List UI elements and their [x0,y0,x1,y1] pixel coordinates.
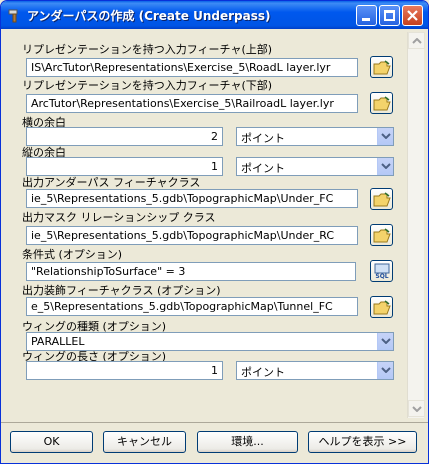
environments-button[interactable]: 環境... [197,431,298,453]
browse-deco-button[interactable] [370,296,393,318]
close-icon [407,10,418,21]
vmargin-unit-select[interactable]: ポイント [236,157,394,176]
deco-fc-field[interactable]: e_5\Representations_5.gdb\TopographicMap… [26,297,358,316]
scroll-down-button[interactable] [408,400,425,417]
folder-icon [373,60,391,75]
button-separator [1,422,428,423]
minimize-button[interactable] [356,5,377,26]
maximize-icon [384,10,395,21]
wing-length-unit-value: ポイント [241,366,285,379]
road-input-field[interactable]: IS\ArcTutor\Representations\Exercise_5\R… [26,58,358,77]
sql-icon: SQL [374,263,390,280]
out-fc-label: 出力アンダーパス フィーチャクラス [22,176,201,189]
rail-input-field[interactable]: ArcTutor\Representations\Exercise_5\Rail… [26,94,358,113]
hmargin-unit-select[interactable]: ポイント [236,127,394,146]
window-title: アンダーパスの作成 (Create Underpass) [27,9,271,23]
ok-button[interactable]: OK [10,431,93,453]
hammer-icon [8,9,18,23]
browse-out-rc-button[interactable] [370,224,393,246]
out-rc-field[interactable]: ie_5\Representations_5.gdb\TopographicMa… [26,226,358,245]
folder-icon [373,228,391,243]
scroll-up-button[interactable] [408,32,425,49]
maximize-button[interactable] [379,5,400,26]
sql-button[interactable]: SQL [370,260,393,282]
wing-length-input[interactable]: 1 [26,361,223,380]
browse-out-fc-button[interactable] [370,188,393,210]
cancel-button[interactable]: キャンセル [103,431,186,453]
deco-fc-label: 出力装飾フィーチャクラス (オプション) [22,284,221,297]
vertical-scrollbar[interactable] [407,32,425,418]
dropdown-arrow-icon[interactable] [377,158,393,175]
folder-icon [373,300,391,315]
wing-type-value: PARALLEL [31,335,85,348]
folder-icon [373,192,391,207]
road-input-label: リプレゼンテーションを持つ入力フィーチャ(上部) [22,43,273,56]
hmargin-unit-value: ポイント [241,132,285,145]
create-underpass-dialog: アンダーパスの作成 (Create Underpass) リプレゼンテーションを… [0,0,429,464]
folder-icon [373,96,391,111]
vmargin-unit-value: ポイント [241,162,285,175]
dropdown-arrow-icon[interactable] [377,128,393,145]
close-button[interactable] [402,5,423,26]
wing-length-unit-select[interactable]: ポイント [236,361,394,380]
where-clause-field[interactable]: "RelationshipToSurface" = 3 [26,262,356,281]
rail-input-label: リプレゼンテーションを持つ入力フィーチャ(下部) [22,79,273,92]
title-bar[interactable]: アンダーパスの作成 (Create Underpass) [1,1,428,29]
minimize-icon [362,18,370,21]
browse-rail-button[interactable] [370,92,393,114]
out-fc-field[interactable]: ie_5\Representations_5.gdb\TopographicMa… [26,189,358,208]
dropdown-arrow-icon[interactable] [377,333,393,350]
out-rc-label: 出力マスク リレーションシップ クラス [22,211,216,224]
where-clause-label: 条件式 (オプション) [22,248,123,261]
dropdown-arrow-icon[interactable] [377,362,393,379]
sql-icon-label: SQL [375,273,388,280]
show-help-button[interactable]: ヘルプを表示 >> [308,431,417,453]
browse-road-button[interactable] [370,56,393,78]
